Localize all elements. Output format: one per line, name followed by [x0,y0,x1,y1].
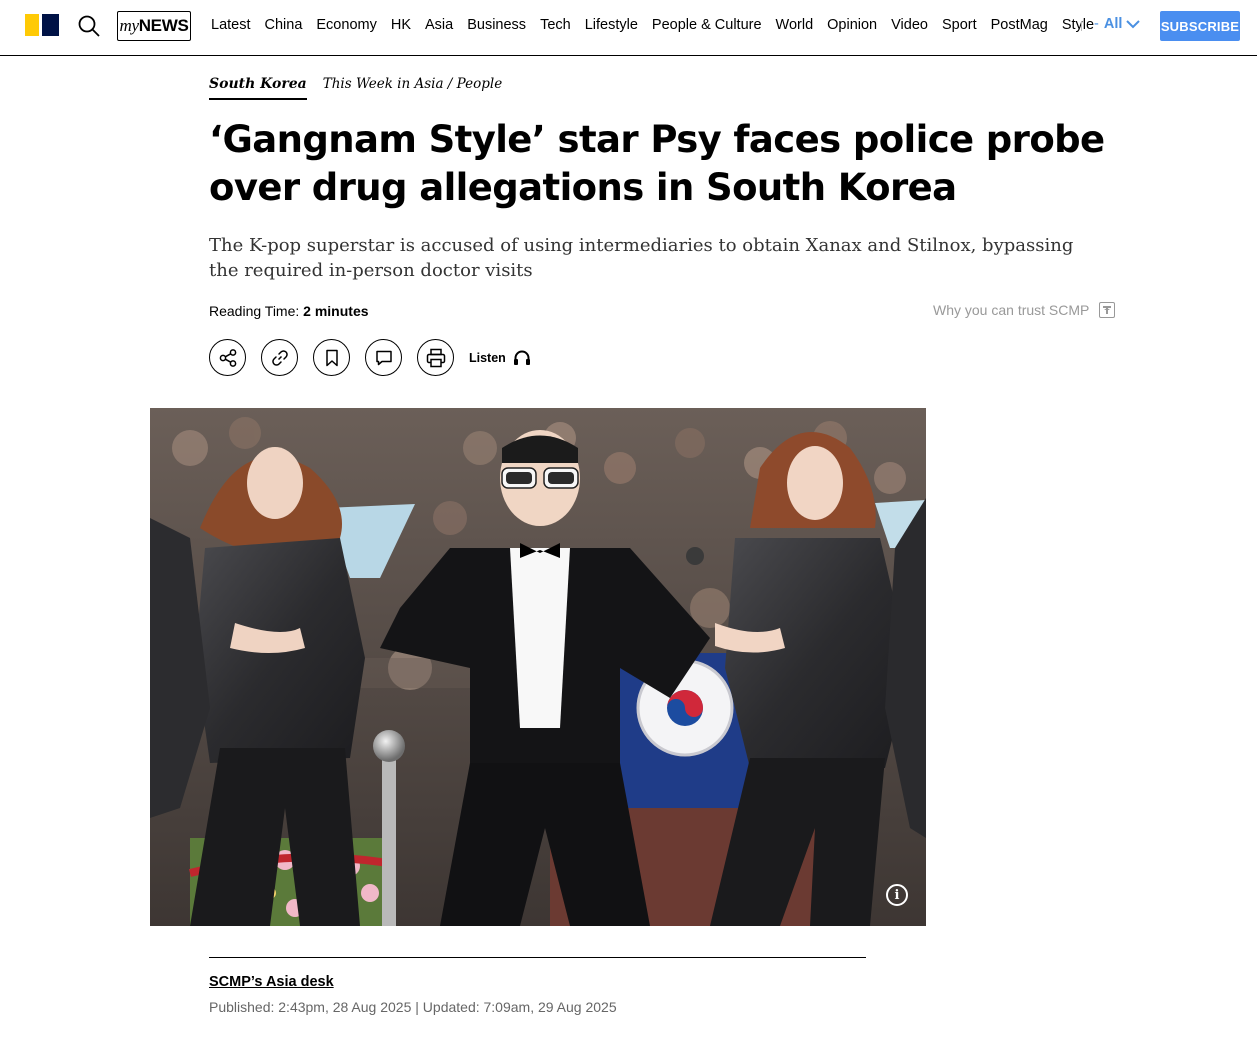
comment-button[interactable] [365,339,402,376]
mynews-button[interactable]: my NEWS [117,11,191,41]
listen-button[interactable]: Listen [469,349,531,366]
logo-navy-block [42,14,59,36]
trust-badge-icon [1099,302,1116,318]
article-tags: South Korea This Week in Asia / People [209,76,502,100]
all-sections-dropdown[interactable]: - All [1094,16,1141,32]
nav-link-video[interactable]: Video [884,17,935,33]
tag-south-korea[interactable]: South Korea [209,76,307,100]
headphones-icon [513,350,530,365]
article-actions: Listen [209,339,531,376]
reading-time-value: 2 minutes [303,303,369,319]
search-icon[interactable] [77,14,101,38]
nav-link-postmag[interactable]: PostMag [984,17,1055,33]
byline-divider [209,957,866,958]
nav-link-world[interactable]: World [769,17,821,33]
share-icon [219,348,236,367]
article-headline: ‘Gangnam Style’ star Psy faces police pr… [209,118,1105,209]
breadcrumb-separator: / [443,76,457,92]
mynews-prefix: my [119,16,139,35]
reading-time: Reading Time: 2 minutes [209,303,369,319]
top-navigation: my NEWS Latest China Economy HK Asia Busi… [0,0,1257,56]
tag-people[interactable]: People [457,76,503,92]
nav-link-lifestyle[interactable]: Lifestyle [578,17,645,33]
mynews-suffix: NEWS [138,16,189,35]
trust-link[interactable]: Why you can trust SCMP [933,302,1116,318]
trust-label: Why you can trust SCMP [933,302,1090,318]
scmp-logo[interactable] [25,14,59,36]
info-icon[interactable]: i [886,884,908,906]
all-dash: - [1094,16,1099,32]
nav-link-economy[interactable]: Economy [309,17,383,33]
nav-link-tech[interactable]: Tech [533,17,578,33]
bookmark-icon [325,349,338,366]
nav-link-hk[interactable]: HK [384,17,418,33]
copy-link-button[interactable] [261,339,298,376]
bookmark-button[interactable] [313,339,350,376]
chevron-down-icon [1126,20,1141,29]
section-nav: Latest China Economy HK Asia Business Te… [204,0,1101,50]
tag-this-week-in-asia[interactable]: This Week in Asia [323,76,444,92]
publish-date: Published: 2:43pm, 28 Aug 2025 | Updated… [209,999,617,1015]
nav-link-people-culture[interactable]: People & Culture [645,17,769,33]
nav-link-sport[interactable]: Sport [935,17,984,33]
comment-icon [375,350,392,365]
nav-link-asia[interactable]: Asia [418,17,460,33]
nav-link-china[interactable]: China [258,17,310,33]
print-button[interactable] [417,339,454,376]
print-icon [426,348,445,367]
article-subheadline: The K-pop superstar is accused of using … [209,235,1074,281]
nav-link-business[interactable]: Business [460,17,533,33]
all-label: All [1103,16,1123,32]
subscribe-button[interactable]: SUBSCRIBE [1160,11,1240,41]
share-button[interactable] [209,339,246,376]
logo-yellow-block [25,14,39,36]
link-icon [271,349,288,366]
nav-link-opinion[interactable]: Opinion [820,17,884,33]
listen-label: Listen [469,350,506,365]
hero-photo [150,408,926,926]
nav-divider [1081,21,1082,31]
nav-link-latest[interactable]: Latest [204,17,258,33]
reading-time-label: Reading Time: [209,303,304,319]
author-link[interactable]: SCMP’s Asia desk [209,974,334,990]
breadcrumb: This Week in Asia / People [323,76,503,100]
